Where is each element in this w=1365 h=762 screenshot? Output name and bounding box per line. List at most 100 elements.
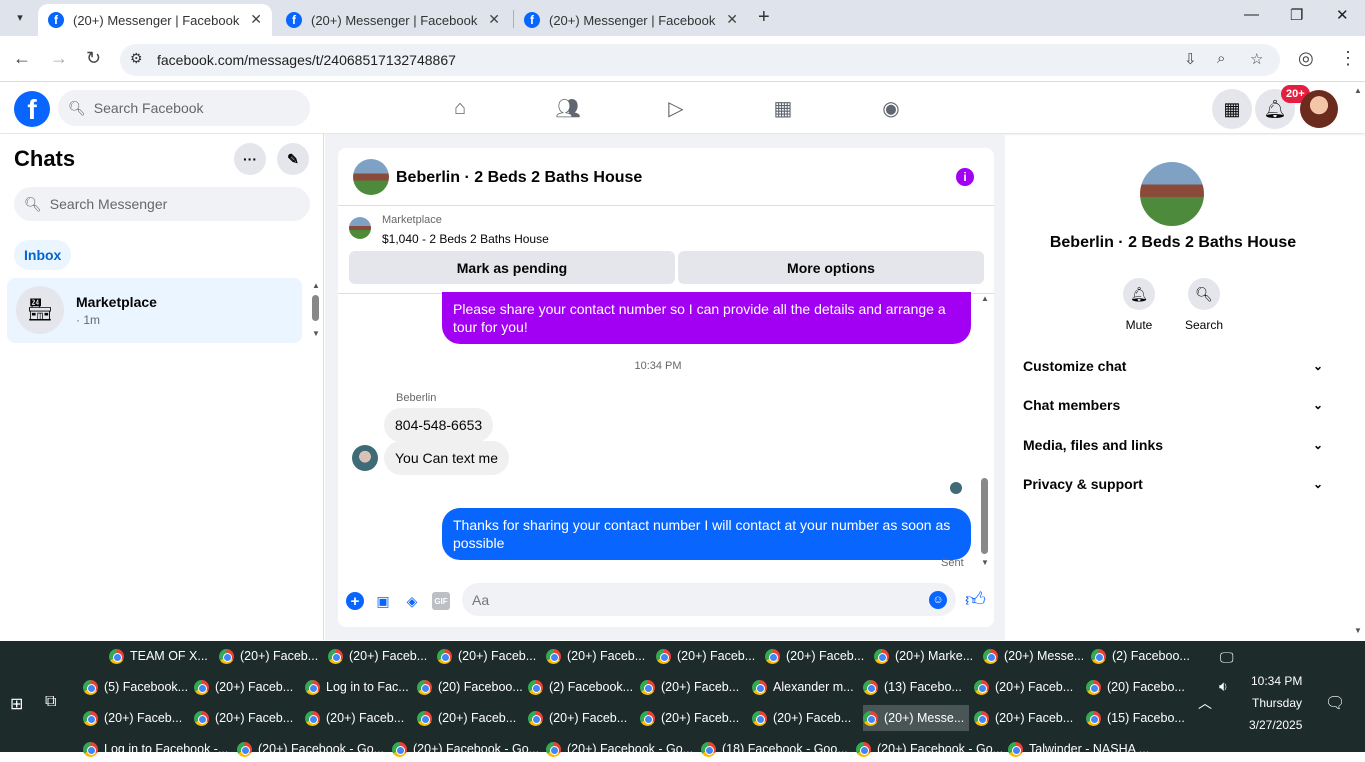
- info-icon[interactable]: i: [956, 168, 974, 186]
- account-avatar[interactable]: [1300, 90, 1338, 128]
- taskbar-window-item[interactable]: TEAM OF X...: [109, 643, 209, 669]
- customize-chat-section[interactable]: Customize chat ⌄: [1023, 354, 1323, 378]
- taskbar-window-item[interactable]: (20+) Facebook - Go...: [392, 736, 542, 762]
- taskbar-window-item[interactable]: (15) Facebo...: [1086, 705, 1192, 731]
- messenger-search-input[interactable]: 🔍︎ Search Messenger: [14, 187, 310, 221]
- sender-avatar[interactable]: [352, 445, 378, 471]
- taskbar-window-item[interactable]: (20+) Faceb...: [437, 643, 537, 669]
- outgoing-message[interactable]: Please share your contact number so I ca…: [442, 292, 971, 344]
- forward-arrow-icon[interactable]: →: [50, 48, 68, 69]
- close-window-icon[interactable]: ✕: [1336, 6, 1349, 24]
- zoom-icon[interactable]: ⌕: [1217, 50, 1225, 67]
- taskbar-window-item[interactable]: (5) Facebook...: [83, 674, 189, 700]
- taskbar-window-item[interactable]: (13) Facebo...: [863, 674, 969, 700]
- site-info-icon[interactable]: ⚙: [130, 50, 143, 67]
- home-icon[interactable]: ⌂: [447, 95, 473, 121]
- bookmark-star-icon[interactable]: ☆: [1250, 50, 1263, 68]
- browser-menu-icon[interactable]: ⋮: [1339, 48, 1357, 69]
- taskbar-window-item[interactable]: (20+) Messe...: [983, 643, 1083, 669]
- close-tab-icon[interactable]: ✕: [250, 11, 262, 28]
- taskbar-window-item[interactable]: (20+) Faceb...: [83, 705, 189, 731]
- search-conversation-button[interactable]: 🔍︎ Search: [1174, 278, 1234, 332]
- reload-icon[interactable]: ↻: [86, 48, 101, 69]
- back-arrow-icon[interactable]: ←: [13, 48, 31, 69]
- gif-icon[interactable]: GIF: [432, 592, 450, 610]
- conversation-title[interactable]: Beberlin · 2 Beds 2 Baths House: [396, 169, 642, 187]
- facebook-search-input[interactable]: 🔍︎ Search Facebook: [58, 90, 310, 126]
- taskbar-window-item[interactable]: (20+) Marke...: [874, 643, 974, 669]
- more-options-button[interactable]: More options: [678, 251, 984, 284]
- notification-center-icon[interactable]: 🗨︎: [1325, 693, 1345, 713]
- taskbar-window-item[interactable]: Log in to Fac...: [305, 674, 411, 700]
- taskbar-window-item[interactable]: (20) Facebo...: [1086, 674, 1192, 700]
- task-view-icon[interactable]: ⧉: [45, 693, 56, 711]
- taskbar-window-item[interactable]: (20+) Faceb...: [974, 705, 1080, 731]
- scroll-up-icon[interactable]: ▲: [312, 281, 320, 290]
- video-icon[interactable]: ▷: [663, 95, 689, 121]
- message-input[interactable]: [472, 590, 912, 610]
- taskbar-window-item[interactable]: Talwinder - NASHA ...: [1008, 736, 1158, 762]
- incoming-message[interactable]: 804-548-6653: [384, 408, 494, 442]
- page-scroll-down-icon[interactable]: ▼: [1354, 626, 1362, 635]
- scrollbar-thumb[interactable]: [312, 295, 319, 321]
- url-text[interactable]: facebook.com/messages/t/2406851713274886…: [157, 52, 456, 68]
- friends-icon[interactable]: 👥︎: [555, 95, 581, 121]
- browser-tab-3[interactable]: f (20+) Messenger | Facebook ✕: [514, 4, 748, 36]
- scrollbar-thumb[interactable]: [981, 478, 988, 554]
- taskbar-window-item[interactable]: (20+) Faceb...: [656, 643, 756, 669]
- taskbar-window-item[interactable]: (20+) Faceb...: [974, 674, 1080, 700]
- address-bar[interactable]: ⚙ facebook.com/messages/t/24068517132748…: [120, 44, 1280, 76]
- menu-grid-icon[interactable]: ▦: [1212, 89, 1252, 129]
- new-tab-plus-icon[interactable]: +: [758, 6, 770, 29]
- taskbar-window-item[interactable]: (20+) Faceb...: [528, 705, 634, 731]
- taskbar-window-item[interactable]: (2) Facebook...: [528, 674, 634, 700]
- close-tab-icon[interactable]: ✕: [488, 11, 500, 28]
- taskbar-window-item[interactable]: Log in to Facebook -...: [83, 736, 233, 762]
- taskbar-window-item[interactable]: (18) Facebook - Goo...: [701, 736, 851, 762]
- profile-icon[interactable]: ◎: [1298, 48, 1314, 69]
- incoming-message[interactable]: You Can text me: [384, 441, 509, 475]
- facebook-logo-icon[interactable]: f: [14, 91, 50, 127]
- emoji-icon[interactable]: ☺: [929, 591, 947, 609]
- conversation-avatar[interactable]: [353, 159, 389, 195]
- thumbs-up-icon[interactable]: 👍︎: [965, 588, 986, 612]
- clock-day[interactable]: Thursday: [1252, 696, 1302, 710]
- outgoing-message[interactable]: Thanks for sharing your contact number I…: [442, 508, 971, 560]
- conversation-avatar[interactable]: [1140, 162, 1204, 226]
- scroll-up-icon[interactable]: ▲: [981, 294, 989, 303]
- tab-search-chevron-icon[interactable]: ▾: [8, 6, 32, 28]
- taskbar-window-item[interactable]: (20+) Faceb...: [417, 705, 523, 731]
- new-message-icon[interactable]: ✎: [277, 143, 309, 175]
- media-files-links-section[interactable]: Media, files and links ⌄: [1023, 433, 1323, 457]
- more-actions-plus-icon[interactable]: +: [346, 592, 364, 610]
- volume-icon[interactable]: 🔉︎: [1219, 678, 1228, 695]
- close-tab-icon[interactable]: ✕: [726, 11, 738, 28]
- inbox-filter-tab[interactable]: Inbox: [14, 240, 72, 270]
- taskbar-window-item[interactable]: (20+) Faceb...: [765, 643, 865, 669]
- taskbar-window-item[interactable]: (20+) Faceb...: [194, 705, 300, 731]
- taskbar-window-item[interactable]: Alexander m...: [752, 674, 858, 700]
- privacy-support-section[interactable]: Privacy & support ⌄: [1023, 472, 1323, 496]
- taskbar-window-item[interactable]: (20) Faceboo...: [417, 674, 523, 700]
- restore-window-icon[interactable]: ❐: [1290, 6, 1303, 24]
- minimize-window-icon[interactable]: —: [1244, 6, 1259, 23]
- listing-thumbnail[interactable]: [349, 217, 371, 239]
- mark-as-pending-button[interactable]: Mark as pending: [349, 251, 675, 284]
- message-composer[interactable]: ☺: [462, 583, 956, 616]
- taskbar-window-item[interactable]: (20+) Faceb...: [328, 643, 428, 669]
- taskbar-window-item[interactable]: (20+) Faceb...: [752, 705, 858, 731]
- show-hidden-icons-chevron-icon[interactable]: ︿: [1198, 693, 1212, 713]
- attach-image-icon[interactable]: ▣: [374, 592, 392, 610]
- page-scroll-up-icon[interactable]: ▲: [1354, 86, 1362, 95]
- groups-icon[interactable]: ◉: [878, 95, 904, 121]
- taskbar-window-item[interactable]: (20+) Faceb...: [219, 643, 319, 669]
- taskbar-window-item[interactable]: (20+) Faceb...: [305, 705, 411, 731]
- taskbar-window-item[interactable]: (20+) Facebook - Go...: [856, 736, 1006, 762]
- windows-start-icon[interactable]: ⊞: [10, 694, 23, 714]
- taskbar-window-item[interactable]: (20+) Faceb...: [194, 674, 300, 700]
- taskbar-window-item[interactable]: (20+) Messe...: [863, 705, 969, 731]
- install-app-icon[interactable]: ⇩: [1184, 50, 1197, 68]
- listing-title[interactable]: $1,040 - 2 Beds 2 Baths House: [382, 232, 549, 246]
- sticker-icon[interactable]: ◈: [403, 592, 421, 610]
- taskbar-window-item[interactable]: (20+) Faceb...: [546, 643, 646, 669]
